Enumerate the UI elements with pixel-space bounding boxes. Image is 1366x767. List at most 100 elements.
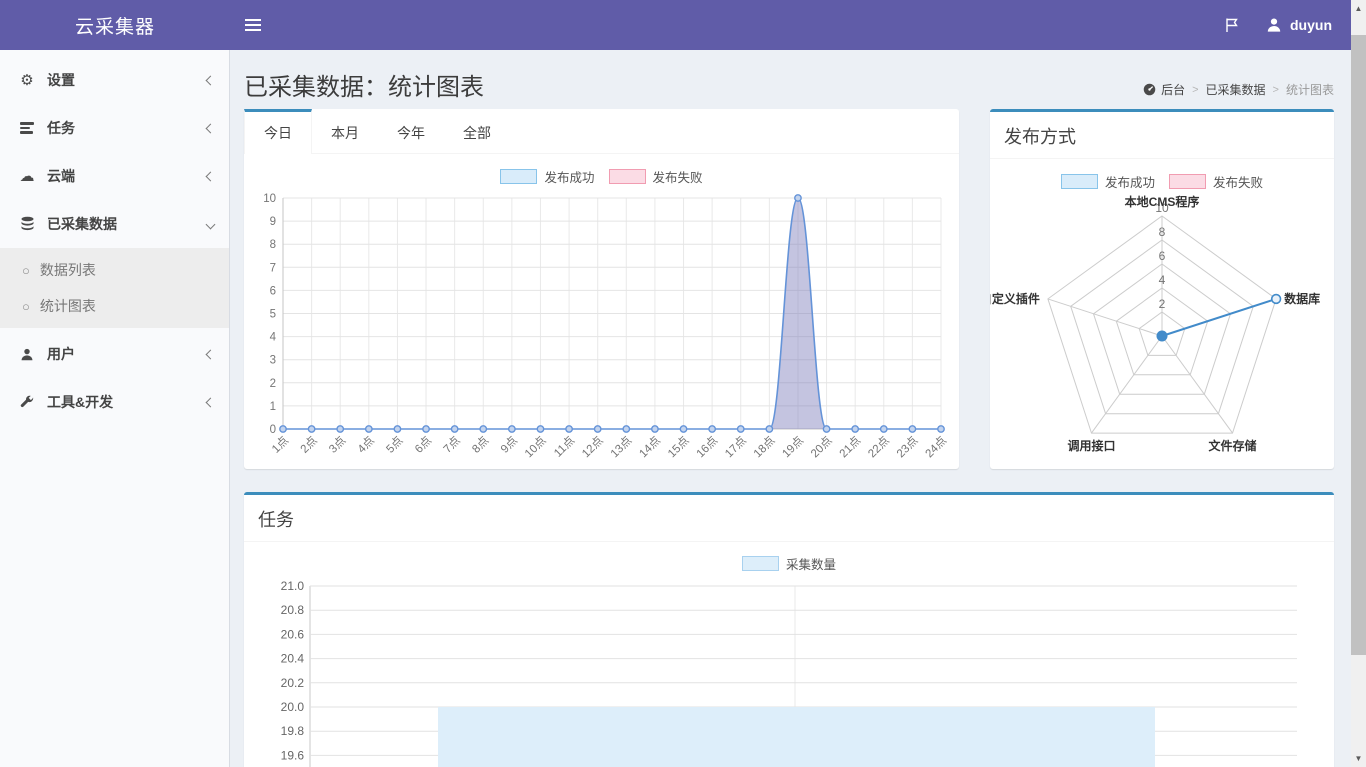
svg-text:4: 4 <box>1159 273 1166 287</box>
svg-text:1: 1 <box>270 401 276 413</box>
svg-text:20.8: 20.8 <box>281 603 305 617</box>
page-scrollbar[interactable]: ▲ ▼ <box>1351 0 1366 767</box>
main-content: 已采集数据：统计图表 后台 > 已采集数据 > 统计图表 今日 本月 今年 <box>230 50 1351 767</box>
sidebar-item-tools-dev[interactable]: 工具&开发 <box>0 378 229 426</box>
user-icon <box>15 347 39 362</box>
legend-fail-swatch <box>1169 174 1206 189</box>
tab-this-year[interactable]: 今年 <box>378 109 444 153</box>
sidebar-item-settings[interactable]: ⚙ 设置 <box>0 56 229 104</box>
svg-text:22点: 22点 <box>866 434 892 460</box>
tab-all[interactable]: 全部 <box>444 109 510 153</box>
svg-text:本地CMS程序: 本地CMS程序 <box>1125 194 1200 209</box>
svg-text:7: 7 <box>270 262 276 274</box>
svg-text:自定义插件: 自定义插件 <box>990 291 1040 306</box>
svg-text:6: 6 <box>270 285 276 297</box>
chevron-down-icon <box>206 219 216 229</box>
tab-this-month[interactable]: 本月 <box>312 109 378 153</box>
svg-text:7点: 7点 <box>441 434 463 456</box>
tasks-icon <box>15 120 39 137</box>
legend-fail-label: 发布失败 <box>1213 172 1263 191</box>
chevron-left-icon <box>206 397 216 407</box>
breadcrumb-current: 统计图表 <box>1286 81 1334 98</box>
breadcrumb-home-link[interactable]: 后台 <box>1143 81 1185 98</box>
collected-data-submenu: ○ 数据列表 ○ 统计图表 <box>0 248 229 328</box>
svg-text:19.6: 19.6 <box>281 748 305 762</box>
svg-text:8: 8 <box>270 239 276 251</box>
breadcrumb-collected-data-link[interactable]: 已采集数据 <box>1206 81 1266 98</box>
sidebar-item-statistics-chart[interactable]: ○ 统计图表 <box>0 288 229 324</box>
svg-text:20.6: 20.6 <box>281 627 305 641</box>
svg-text:10点: 10点 <box>522 434 548 460</box>
svg-text:9点: 9点 <box>498 434 520 456</box>
svg-text:20.0: 20.0 <box>281 700 305 714</box>
period-tabs: 今日 本月 今年 全部 <box>244 109 959 154</box>
panel-title: 任务 <box>258 510 294 530</box>
username-label: duyun <box>1290 17 1332 33</box>
sidebar-item-label: 设置 <box>47 70 75 90</box>
sidebar-item-cloud[interactable]: ☁ 云端 <box>0 152 229 200</box>
flag-menu-button[interactable] <box>1224 0 1240 50</box>
svg-text:15点: 15点 <box>665 434 691 460</box>
wrench-icon <box>15 395 39 410</box>
sidebar-toggle-button[interactable] <box>230 0 275 50</box>
user-menu-button[interactable]: duyun <box>1266 0 1332 50</box>
svg-text:6: 6 <box>1159 249 1166 263</box>
sidebar-item-label: 工具&开发 <box>47 392 113 412</box>
sidebar-item-collected-data[interactable]: 已采集数据 <box>0 200 229 248</box>
sidebar-item-label: 已采集数据 <box>47 214 117 234</box>
breadcrumb: 后台 > 已采集数据 > 统计图表 <box>1143 81 1334 102</box>
gear-icon: ⚙ <box>15 71 39 89</box>
tasks-panel: 任务 采集数量 21.020.820.620.420.220.019.819.6… <box>244 492 1334 767</box>
cloud-icon: ☁ <box>15 167 39 185</box>
scroll-down-arrow[interactable]: ▼ <box>1351 751 1366 766</box>
chevron-left-icon <box>206 123 216 133</box>
svg-text:3点: 3点 <box>326 434 348 456</box>
svg-text:调用接口: 调用接口 <box>1067 438 1115 453</box>
sidebar-item-label: 数据列表 <box>40 260 96 280</box>
sidebar-item-label: 用户 <box>47 344 75 364</box>
app-logo[interactable]: 云采集器 <box>0 12 230 39</box>
database-icon <box>15 216 39 232</box>
sidebar-item-label: 任务 <box>47 118 75 138</box>
svg-text:20点: 20点 <box>808 434 834 460</box>
scroll-up-arrow[interactable]: ▲ <box>1351 1 1366 16</box>
sidebar-item-tasks[interactable]: 任务 <box>0 104 229 152</box>
chevron-left-icon <box>206 75 216 85</box>
svg-text:0: 0 <box>270 424 276 436</box>
line-chart-legend: 发布成功 发布失败 <box>244 167 959 186</box>
svg-text:20.4: 20.4 <box>281 652 305 666</box>
chevron-left-icon <box>206 349 216 359</box>
svg-text:5点: 5点 <box>384 434 406 456</box>
svg-text:19点: 19点 <box>780 434 806 460</box>
scrollbar-thumb[interactable] <box>1351 35 1366 655</box>
svg-text:13点: 13点 <box>608 434 634 460</box>
legend-success-label: 发布成功 <box>1105 172 1155 191</box>
hourly-publish-line-chart: 0123456789101点2点3点4点5点6点7点8点9点10点11点12点1… <box>254 188 949 470</box>
dashboard-icon <box>1143 83 1156 96</box>
svg-text:8点: 8点 <box>470 434 492 456</box>
sidebar-item-users[interactable]: 用户 <box>0 330 229 378</box>
svg-text:21点: 21点 <box>837 434 863 460</box>
legend-success-label: 发布成功 <box>544 167 594 186</box>
breadcrumb-separator: > <box>1273 84 1279 96</box>
svg-text:4: 4 <box>270 332 277 344</box>
svg-text:21.0: 21.0 <box>281 579 305 593</box>
breadcrumb-separator: > <box>1192 84 1198 96</box>
svg-text:11点: 11点 <box>551 434 577 460</box>
sidebar-item-data-list[interactable]: ○ 数据列表 <box>0 252 229 288</box>
svg-text:16点: 16点 <box>694 434 720 460</box>
svg-text:2: 2 <box>1159 297 1166 311</box>
svg-text:12点: 12点 <box>579 434 605 460</box>
svg-text:19.8: 19.8 <box>281 724 305 738</box>
svg-text:1点: 1点 <box>269 434 291 456</box>
legend-fail-swatch <box>609 169 646 184</box>
svg-text:24点: 24点 <box>923 434 949 460</box>
svg-text:23点: 23点 <box>894 434 920 460</box>
top-header: 云采集器 duyun <box>0 0 1366 50</box>
svg-text:3: 3 <box>270 355 276 367</box>
svg-text:14点: 14点 <box>637 434 663 460</box>
svg-text:2: 2 <box>270 378 276 390</box>
tab-today[interactable]: 今日 <box>244 109 312 154</box>
publish-method-panel: 发布方式 发布成功 发布失败 246810本地CMS程序数据库文件存储调用接口自… <box>990 109 1334 469</box>
svg-text:9: 9 <box>270 216 276 228</box>
